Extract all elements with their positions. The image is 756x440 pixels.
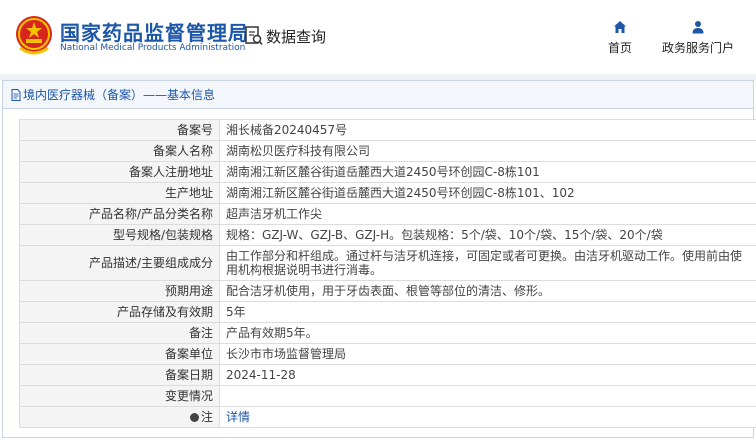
table-row: 注 详情 — [19, 406, 756, 428]
user-icon — [692, 21, 704, 34]
field-value-filing-unit: 长沙市市场监督管理局 — [219, 343, 756, 365]
table-row: 备案人名称 湖南松贝医疗科技有限公司 — [19, 140, 756, 162]
field-value-storage-validity: 5年 — [219, 301, 756, 323]
panel-title: 境内医疗器械（备案）——基本信息 — [3, 81, 753, 109]
table-row: 产品名称/产品分类名称 超声洁牙机工作尖 — [19, 203, 756, 225]
table-row: 预期用途 配合洁牙机使用，用于牙齿表面、根管等部位的清洁、修形。 — [19, 280, 756, 302]
table-row: 备案号 湘长械备20240457号 — [19, 119, 756, 141]
table-row: 备案人注册地址 湖南湘江新区麓谷街道岳麓西大道2450号环创园C-8栋101 — [19, 161, 756, 183]
site-header: 国家药品监督管理局 National Medical Products Admi… — [0, 0, 756, 74]
nav-home[interactable]: 首页 — [602, 20, 638, 56]
field-value-record-number: 湘长械备20240457号 — [219, 119, 756, 141]
field-value-intended-use: 配合洁牙机使用，用于牙齿表面、根管等部位的清洁、修形。 — [219, 280, 756, 302]
pin-icon — [189, 413, 199, 422]
field-label: 产品名称/产品分类名称 — [19, 203, 220, 225]
field-label: 产品描述/主要组成成分 — [19, 245, 220, 281]
panel-title-text: 境内医疗器械（备案）——基本信息 — [23, 88, 216, 102]
field-label: 备案单位 — [19, 343, 220, 365]
nav-portal-label: 政务服务门户 — [661, 41, 734, 55]
details-link[interactable]: 详情 — [226, 410, 250, 424]
table-row: 备案单位 长沙市市场监督管理局 — [19, 343, 756, 365]
table-row: 型号规格/包装规格 规格：GZJ-W、GZJ-B、GZJ-H。包装规格：5个/袋… — [19, 224, 756, 246]
field-value-product-name: 超声洁牙机工作尖 — [219, 203, 756, 225]
field-value-model-spec: 规格：GZJ-W、GZJ-B、GZJ-H。包装规格：5个/袋、10个/袋、15个… — [219, 224, 756, 246]
brand-name-cn: 国家药品监督管理局 — [60, 21, 249, 45]
home-icon — [614, 21, 626, 33]
field-value-note: 详情 — [219, 406, 756, 428]
field-label-note: 注 — [19, 406, 220, 428]
field-value-description: 由工作部分和杆组成。通过杆与洁牙机连接，可固定或者可更换。由洁牙机驱动工作。使用… — [219, 245, 756, 281]
document-icon — [11, 89, 21, 101]
field-value-change-history — [219, 385, 756, 407]
table-row: 备案日期 2024-11-28 — [19, 364, 756, 386]
table-row: 备注 产品有效期5年。 — [19, 322, 756, 344]
field-label: 变更情况 — [19, 385, 220, 407]
national-emblem-icon — [16, 16, 52, 55]
field-value-filing-date: 2024-11-28 — [219, 364, 756, 386]
data-query-label[interactable]: 数据查询 — [266, 26, 326, 47]
note-label-text: 注 — [200, 410, 213, 424]
table-row: 产品描述/主要组成成分 由工作部分和杆组成。通过杆与洁牙机连接，可固定或者可更换… — [19, 245, 756, 281]
field-value-registered-address: 湖南湘江新区麓谷街道岳麓西大道2450号环创园C-8栋101 — [219, 161, 756, 183]
field-label: 生产地址 — [19, 182, 220, 204]
table-row: 变更情况 — [19, 385, 756, 407]
field-label: 备案日期 — [19, 364, 220, 386]
nav-home-label: 首页 — [607, 41, 632, 55]
brand-name-en: National Medical Products Administration — [60, 43, 246, 53]
field-label: 预期用途 — [19, 280, 220, 302]
field-label: 备案号 — [19, 119, 220, 141]
field-label: 产品存储及有效期 — [19, 301, 220, 323]
field-value-production-address: 湖南湘江新区麓谷街道岳麓西大道2450号环创园C-8栋101、102 — [219, 182, 756, 204]
field-value-filer-name: 湖南松贝医疗科技有限公司 — [219, 140, 756, 162]
field-label: 备注 — [19, 322, 220, 344]
field-value-remarks: 产品有效期5年。 — [219, 322, 756, 344]
field-label: 备案人注册地址 — [19, 161, 220, 183]
table-row: 生产地址 湖南湘江新区麓谷街道岳麓西大道2450号环创园C-8栋101、102 — [19, 182, 756, 204]
search-document-icon — [245, 26, 263, 46]
nav-portal[interactable]: 政务服务门户 — [656, 20, 740, 56]
record-table: 备案号 湘长械备20240457号 备案人名称 湖南松贝医疗科技有限公司 备案人… — [19, 119, 756, 428]
record-panel: 境内医疗器械（备案）——基本信息 备案号 湘长械备20240457号 备案人名称… — [2, 80, 756, 438]
field-label: 型号规格/包装规格 — [19, 224, 220, 246]
table-row: 产品存储及有效期 5年 — [19, 301, 756, 323]
field-label: 备案人名称 — [19, 140, 220, 162]
